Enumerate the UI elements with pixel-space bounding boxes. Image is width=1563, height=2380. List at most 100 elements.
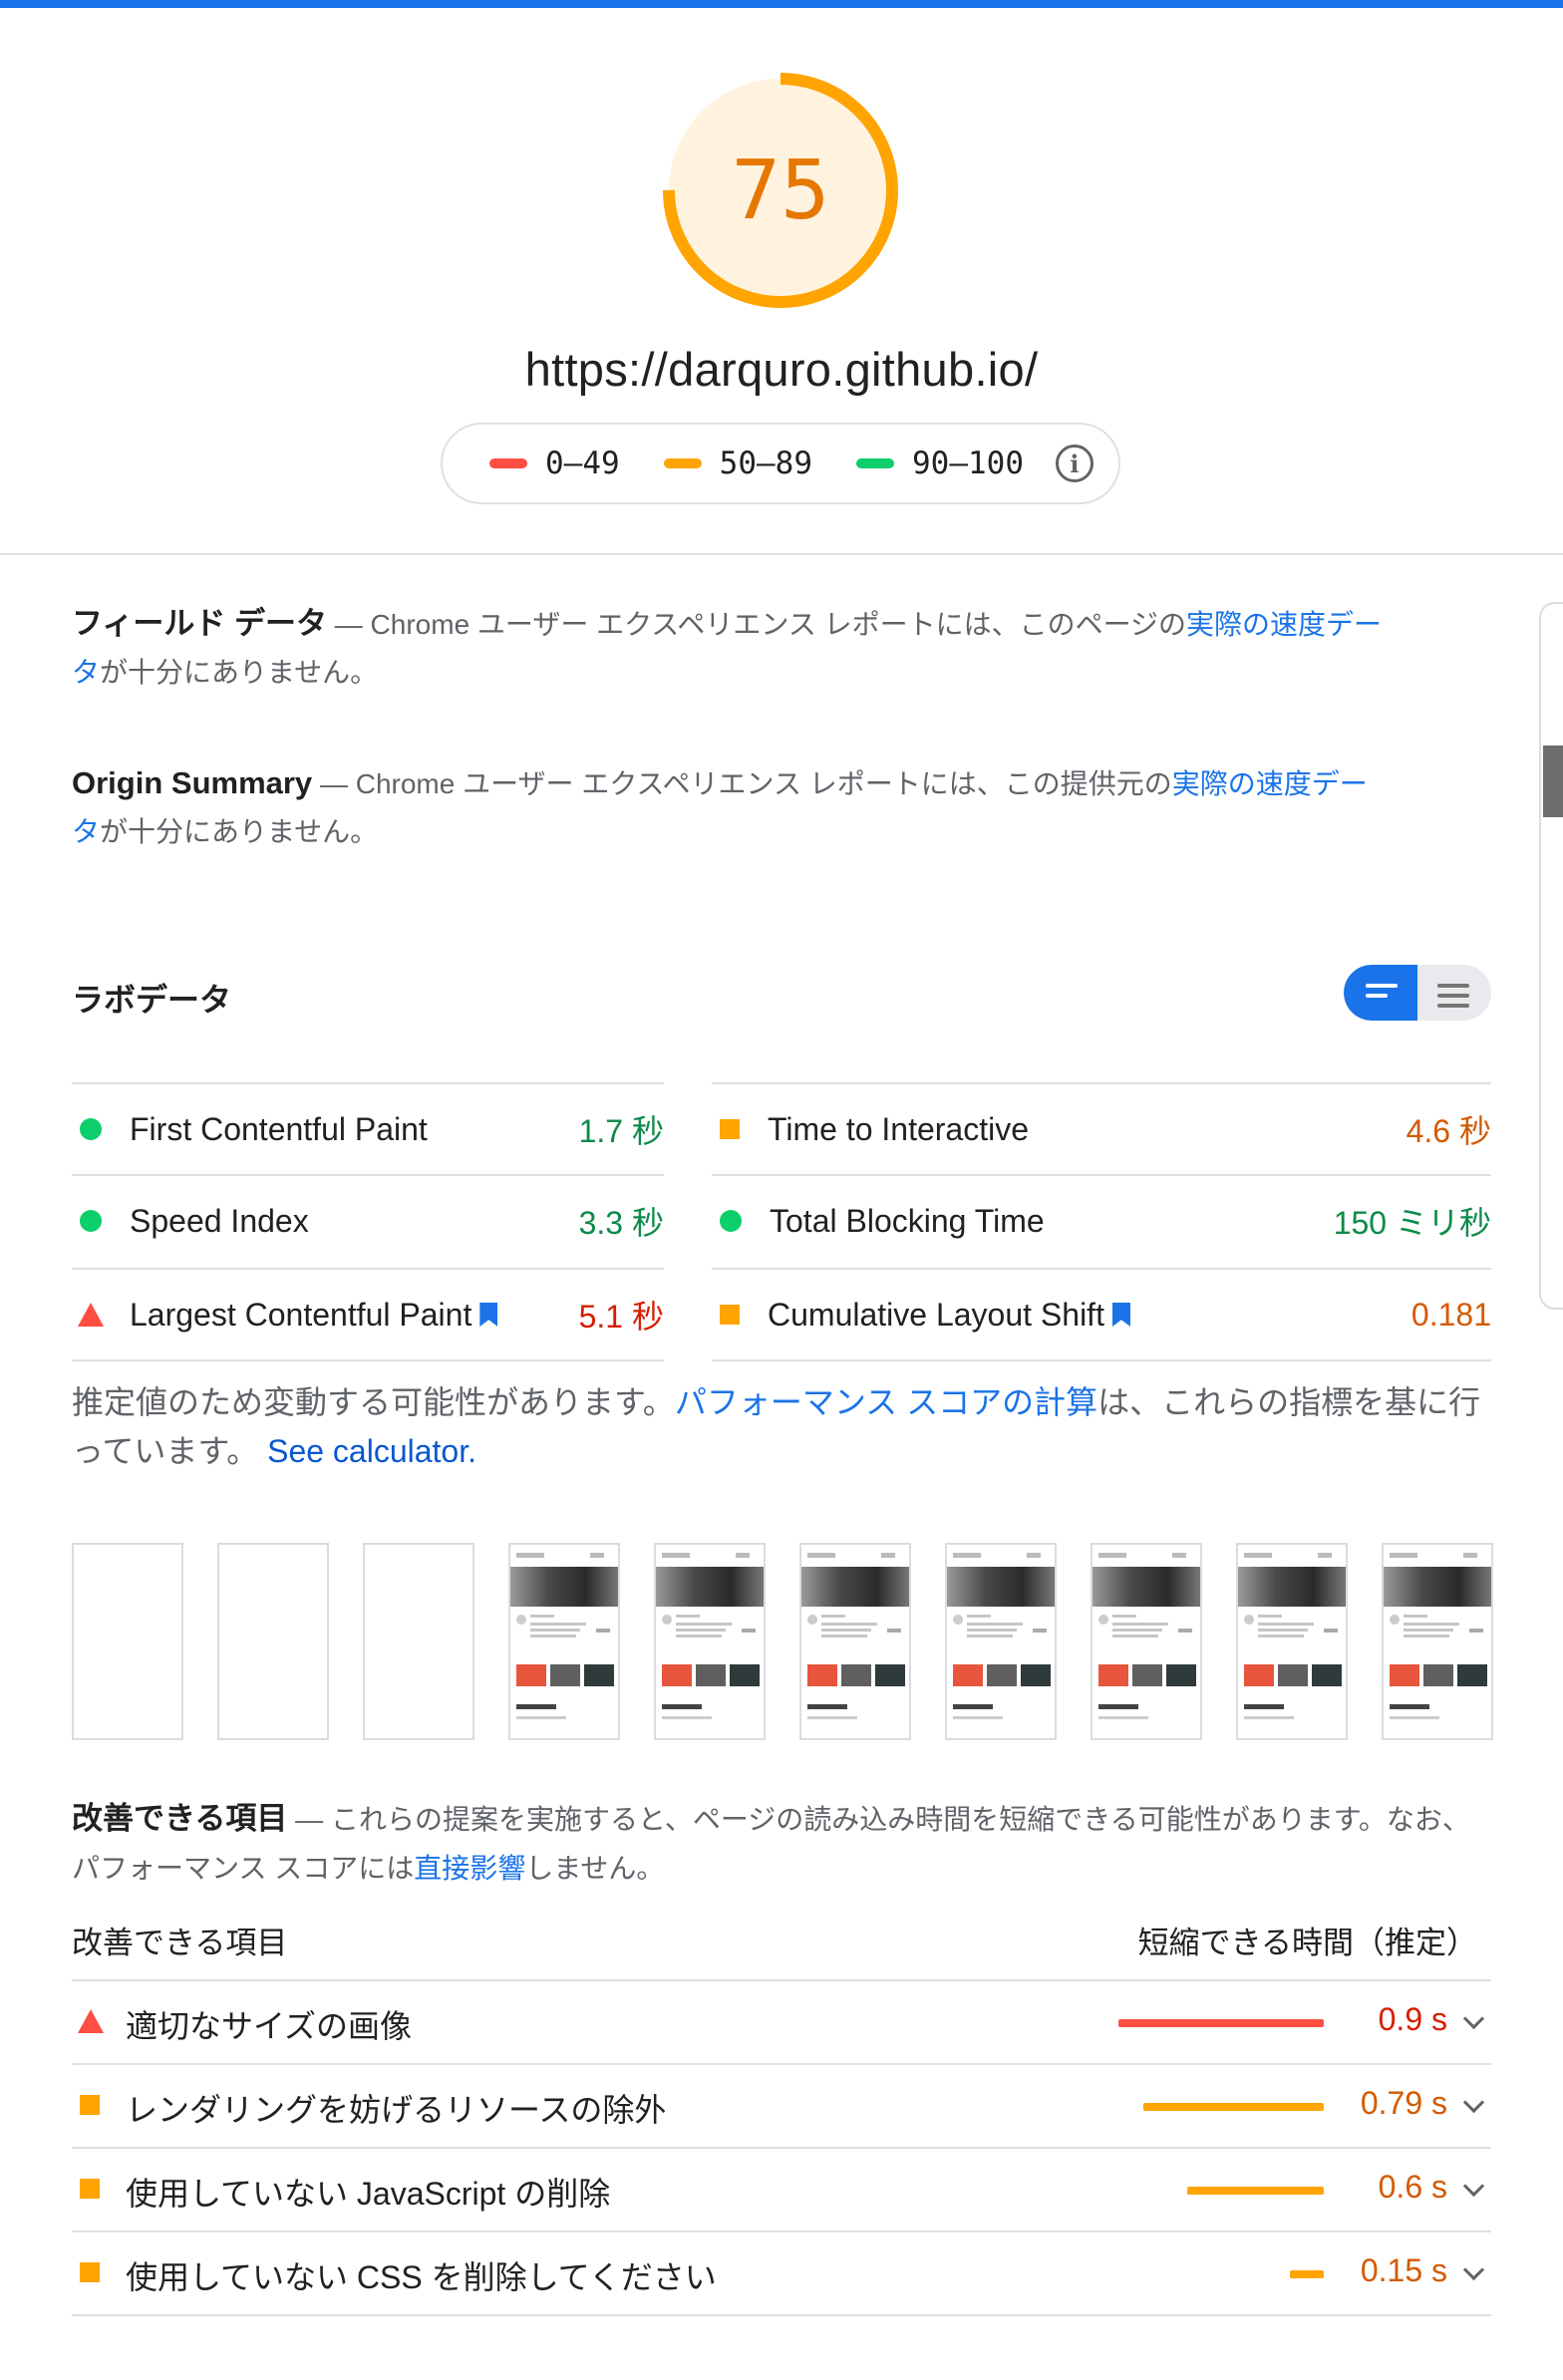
- savings-value: 0.79 s: [1360, 2085, 1447, 2121]
- filmstrip-frame: [217, 1543, 329, 1740]
- opportunities-table-header: 改善できる項目 短縮できる時間（推定）: [72, 1912, 1491, 1981]
- square-icon: [80, 2179, 100, 2199]
- opportunities-title: 改善できる項目: [72, 1801, 288, 1836]
- metric-first-contentful-paint: First Contentful Paint 1.7 秒: [72, 1082, 664, 1174]
- lab-data-title: ラボデータ: [72, 982, 232, 1018]
- opportunity-label: 適切なサイズの画像: [126, 2008, 413, 2044]
- opportunity-row[interactable]: 使用していない CSS を削除してください 0.15 s: [72, 2232, 1491, 2316]
- square-icon: [720, 1119, 740, 1139]
- filmstrip-frame: [1236, 1543, 1348, 1740]
- metric-label: Speed Index: [130, 1202, 309, 1239]
- circle-icon: [720, 1210, 742, 1232]
- chevron-down-icon[interactable]: [1462, 2091, 1485, 2114]
- savings-bar: [1143, 2103, 1324, 2111]
- filmstrip-frame: [799, 1543, 911, 1740]
- lab-data-note: 推定値のため変動する可能性があります。パフォーマンス スコアの計算は、これらの指…: [72, 1378, 1487, 1476]
- legend-item-pass: 90–100: [856, 446, 1024, 481]
- audited-url: https://darquro.github.io/: [524, 343, 1039, 396]
- filmstrip-frame: [508, 1543, 620, 1740]
- opportunities-intro: 改善できる項目 — これらの提案を実施すると、ページの読み込み時間を短縮できる可…: [72, 1794, 1487, 1893]
- metric-label: Largest Contentful Paint: [130, 1297, 579, 1334]
- metric-value: 0.181: [1410, 1296, 1491, 1333]
- filmstrip-frame: [363, 1543, 474, 1740]
- col-header-opportunity: 改善できる項目: [72, 1926, 288, 1960]
- field-data-section: フィールド データ — Chrome ユーザー エクスペリエンス レポートには、…: [72, 600, 1388, 697]
- metric-value: 1.7 秒: [578, 1113, 664, 1149]
- table-view-icon[interactable]: [1437, 984, 1469, 1014]
- savings-value: 0.6 s: [1378, 2169, 1447, 2205]
- opportunity-label: 使用していない JavaScript の削除: [126, 2176, 611, 2212]
- origin-summary-title: Origin Summary: [72, 765, 313, 800]
- savings-value: 0.9 s: [1378, 2001, 1447, 2037]
- savings-bar: [1187, 2187, 1324, 2195]
- savings-value: 0.15 s: [1360, 2252, 1447, 2288]
- metric-value: 5.1 秒: [578, 1299, 664, 1335]
- chevron-down-icon[interactable]: [1462, 2258, 1485, 2281]
- filmstrip-frame: [1091, 1543, 1202, 1740]
- legend-label: 90–100: [912, 446, 1024, 481]
- opportunities-intro-end: しません。: [525, 1853, 665, 1884]
- metric-label: Total Blocking Time: [770, 1202, 1045, 1239]
- filmstrip-frame: [654, 1543, 766, 1740]
- chevron-down-icon[interactable]: [1462, 2007, 1485, 2030]
- filmstrip-frame: [1382, 1543, 1493, 1740]
- legend-item-average: 50–89: [663, 446, 812, 481]
- opportunity-row[interactable]: 適切なサイズの画像 0.9 s: [72, 1981, 1491, 2065]
- chevron-down-icon[interactable]: [1462, 2175, 1485, 2198]
- see-calculator-link[interactable]: See calculator.: [267, 1433, 476, 1469]
- origin-summary-section: Origin Summary — Chrome ユーザー エクスペリエンス レポ…: [72, 759, 1388, 856]
- direct-impact-link[interactable]: 直接影響: [414, 1853, 525, 1884]
- metric-value: 3.3 秒: [578, 1205, 664, 1241]
- header-divider: [0, 553, 1563, 555]
- opportunity-row[interactable]: 使用していない JavaScript の削除 0.6 s: [72, 2149, 1491, 2232]
- note-text: 推定値のため変動する可能性があります。: [72, 1384, 675, 1420]
- fail-swatch: [489, 458, 528, 468]
- opportunity-row[interactable]: レンダリングを妨げるリソースの除外 0.79 s: [72, 2065, 1491, 2149]
- savings-bar: [1118, 2019, 1324, 2027]
- metric-value: 4.6 秒: [1406, 1113, 1491, 1149]
- triangle-icon: [78, 1303, 104, 1327]
- info-icon[interactable]: i: [1055, 445, 1094, 482]
- metric-label: Time to Interactive: [768, 1110, 1030, 1147]
- filmstrip-frame: [945, 1543, 1057, 1740]
- circle-icon: [80, 1118, 102, 1140]
- pass-swatch: [856, 458, 894, 468]
- origin-summary-text: — Chrome ユーザー エクスペリエンス レポートには、この提供元の: [312, 768, 1172, 799]
- metric-cumulative-layout-shift: Cumulative Layout Shift 0.181: [712, 1268, 1491, 1361]
- metric-label: Cumulative Layout Shift: [768, 1297, 1411, 1334]
- metric-label-text: Largest Contentful Paint: [130, 1296, 472, 1333]
- col-header-savings: 短縮できる時間（推定）: [1137, 1926, 1477, 1960]
- side-preview-card[interactable]: [1539, 602, 1563, 1310]
- field-data-title: フィールド データ: [72, 606, 327, 641]
- metric-time-to-interactive: Time to Interactive 4.6 秒: [712, 1082, 1491, 1174]
- metric-label: First Contentful Paint: [130, 1110, 428, 1147]
- metrics-view-toggle[interactable]: [1344, 965, 1491, 1021]
- performance-score: 75: [731, 143, 830, 238]
- filmstrip-frame: [72, 1543, 183, 1740]
- triangle-icon: [78, 2009, 104, 2033]
- legend-label: 50–89: [719, 446, 812, 481]
- top-accent-bar: [0, 0, 1563, 8]
- metric-total-blocking-time: Total Blocking Time 150 ミリ秒: [712, 1174, 1491, 1266]
- legend-item-fail: 0–49: [489, 446, 620, 481]
- bookmark-flag-icon: [1111, 1303, 1130, 1327]
- score-calculation-link[interactable]: パフォーマンス スコアの計算: [675, 1384, 1097, 1420]
- circle-icon: [80, 1210, 102, 1232]
- metric-value: 150 ミリ秒: [1333, 1205, 1491, 1241]
- side-preview-image: [1543, 745, 1563, 817]
- square-icon: [80, 2262, 100, 2282]
- bookmark-flag-icon: [479, 1303, 498, 1327]
- average-swatch: [663, 458, 702, 468]
- origin-summary-text-end: が十分にありません。: [100, 816, 379, 847]
- opportunity-label: 使用していない CSS を削除してください: [126, 2259, 717, 2295]
- legend-label: 0–49: [545, 446, 620, 481]
- performance-score-gauge: 75: [658, 68, 903, 313]
- list-view-icon[interactable]: [1366, 984, 1398, 1004]
- metric-speed-index: Speed Index 3.3 秒: [72, 1174, 664, 1266]
- square-icon: [720, 1305, 740, 1325]
- filmstrip: [72, 1543, 1493, 1742]
- score-legend: 0–49 50–89 90–100 i: [441, 423, 1120, 504]
- savings-bar: [1290, 2270, 1324, 2278]
- opportunity-label: レンダリングを妨げるリソースの除外: [126, 2092, 667, 2128]
- field-data-text-end: が十分にありません。: [100, 657, 379, 688]
